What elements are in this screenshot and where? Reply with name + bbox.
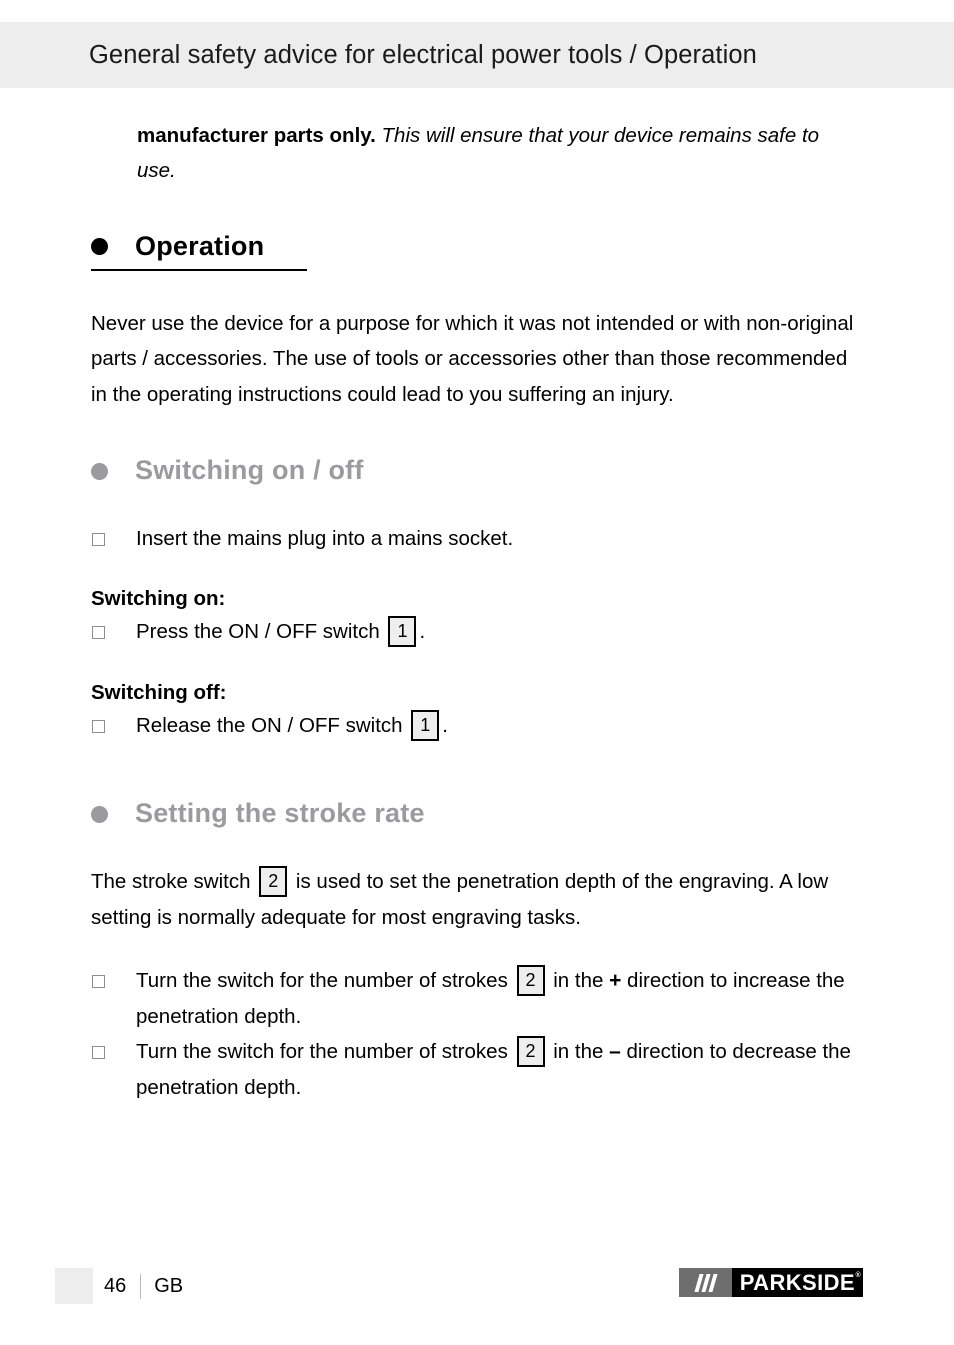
list-item-text-post: . (442, 713, 448, 737)
subheading-switching-on: Switching on: (91, 587, 226, 611)
reference-callout: 1 (411, 709, 440, 741)
page-footer: 46 GB PARKSIDE ® (0, 1268, 954, 1306)
reference-callout: 2 (259, 866, 288, 898)
list-item-text-post: . (419, 620, 426, 644)
parkside-logo: PARKSIDE ® (678, 1268, 863, 1297)
list-item-text: Turn the switch for the number of stroke… (136, 1034, 863, 1105)
content-column: manufacturer parts only. This will ensur… (91, 118, 863, 1105)
section-heading-setting-stroke-rate: Setting the stroke rate (91, 799, 863, 829)
list-item-text: Release the ON / OFF switch 1. (136, 708, 863, 744)
logo-slashes-icon (678, 1268, 732, 1297)
list-item-text: Press the ON / OFF switch 1. (136, 614, 863, 650)
checkbox-square-icon (92, 719, 105, 733)
operation-paragraph: Never use the device for a purpose for w… (91, 311, 854, 406)
list-item: Turn the switch for the number of stroke… (91, 1034, 863, 1105)
section-operation: Operation Never use the device for a pur… (91, 231, 863, 412)
plus-sign-icon: + (609, 969, 622, 993)
stroke-rate-paragraph-pre: The stroke switch (91, 870, 257, 894)
logo-slash-3 (708, 1273, 718, 1292)
list-item-text-mid: in the (547, 1040, 610, 1064)
subheading-switching-off: Switching off: (91, 680, 227, 704)
section-setting-stroke-rate: Setting the stroke rate The stroke switc… (91, 799, 863, 1105)
intro-lead-text: manufacturer parts only. (137, 124, 376, 147)
logo-wordmark: PARKSIDE ® (731, 1268, 863, 1297)
bullet-dot-icon (91, 238, 108, 256)
reference-callout: 2 (516, 1036, 545, 1068)
bullet-dot-icon (91, 462, 108, 480)
footer-language-code: GB (154, 1274, 184, 1297)
list-item-text-pre: Turn the switch for the number of stroke… (136, 1040, 514, 1064)
footer-left-group: 46 GB (55, 1268, 183, 1304)
bullet-dot-icon (91, 805, 108, 823)
logo-trademark-symbol: ® (855, 1272, 861, 1279)
page-content: manufacturer parts only. This will ensur… (0, 88, 954, 1105)
checkbox-square-icon (92, 1046, 105, 1060)
section-heading-switching-on-off: Switching on / off (91, 455, 863, 486)
list-item-text-mid: in the (547, 969, 610, 993)
logo-wordmark-text: PARKSIDE (739, 1269, 855, 1295)
section-title-setting-stroke-rate: Setting the stroke rate (135, 798, 425, 829)
section-title-operation: Operation (135, 231, 265, 261)
list-item-text-pre: Turn the switch for the number of stroke… (136, 969, 514, 993)
section-title-switching-on-off: Switching on / off (135, 455, 364, 486)
list-item-text-pre: Release the ON / OFF switch (136, 713, 409, 737)
page-header-title: General safety advice for electrical pow… (89, 40, 757, 69)
minus-sign-icon: – (609, 1040, 621, 1064)
list-item-text-pre: Press the ON / OFF switch (136, 620, 386, 644)
checkbox-square-icon (92, 532, 105, 546)
list-item: Release the ON / OFF switch 1. (91, 708, 863, 744)
stroke-rate-paragraph: The stroke switch 2 is used to set the p… (91, 864, 863, 935)
footer-divider (140, 1273, 142, 1299)
checkbox-square-icon (92, 975, 105, 989)
intro-paragraph: manufacturer parts only. This will ensur… (137, 118, 863, 188)
list-item-text: Turn the switch for the number of stroke… (136, 963, 863, 1034)
section-underline (91, 268, 307, 271)
list-item-text: Insert the mains plug into a mains socke… (136, 526, 514, 550)
list-item: Turn the switch for the number of stroke… (91, 963, 863, 1034)
footer-gray-block (55, 1268, 93, 1304)
list-item: Press the ON / OFF switch 1. (91, 614, 863, 650)
footer-page-number: 46 (104, 1274, 127, 1297)
section-switching-on-off: Switching on / off Insert the mains plug… (91, 455, 863, 744)
reference-callout: 1 (388, 616, 417, 648)
page-header-band: General safety advice for electrical pow… (0, 22, 954, 88)
reference-callout: 2 (516, 965, 545, 997)
section-heading-operation: Operation (91, 231, 863, 262)
list-item: Insert the mains plug into a mains socke… (91, 521, 863, 557)
checkbox-square-icon (92, 626, 105, 640)
